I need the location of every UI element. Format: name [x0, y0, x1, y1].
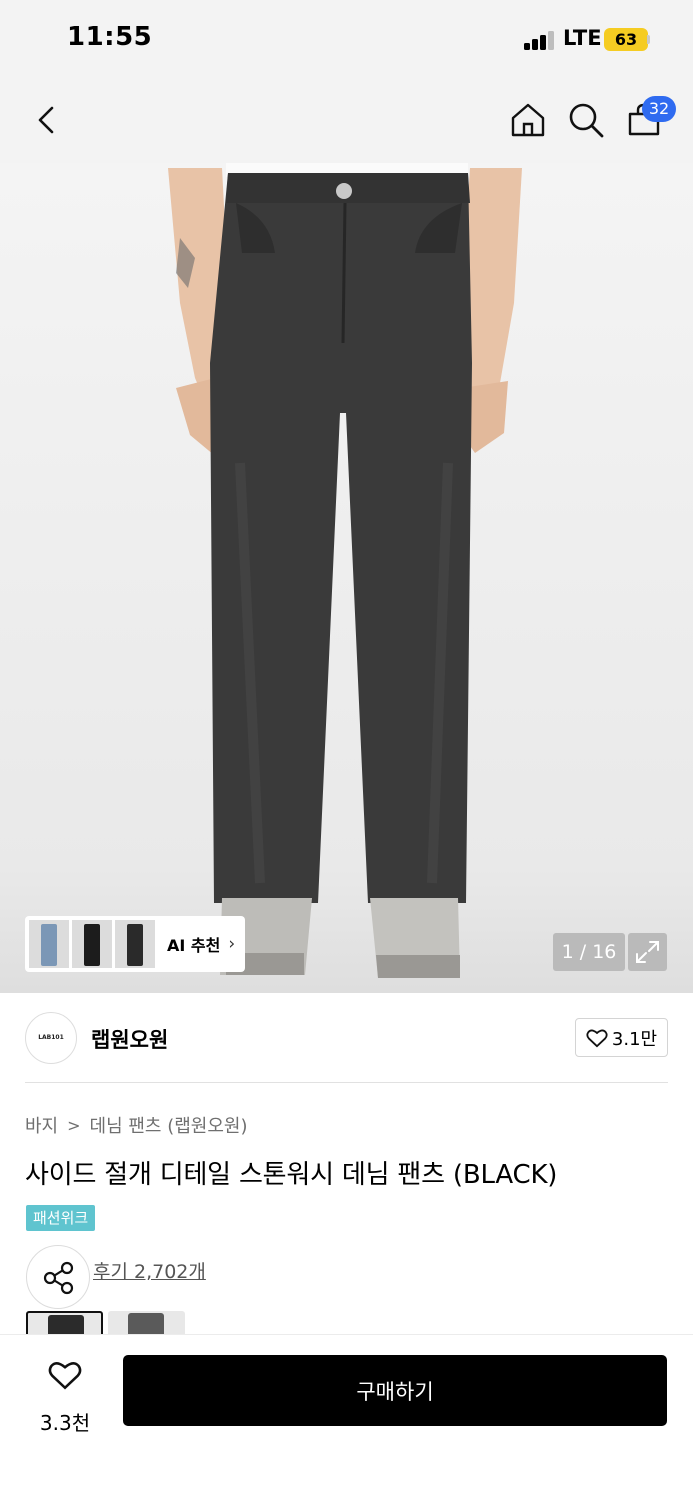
heart-icon [586, 1029, 608, 1047]
cellular-signal-icon [524, 30, 556, 50]
brand-logo[interactable]: LAB101 [25, 1012, 77, 1064]
bottom-action-bar: 3.3천 구매하기 [0, 1334, 693, 1500]
network-type: LTE [563, 26, 602, 50]
wishlist-count: 3.3천 [39, 1411, 91, 1435]
brand-like-button[interactable]: 3.1만 [575, 1018, 668, 1057]
expand-button[interactable] [628, 933, 667, 971]
expand-icon [636, 941, 659, 963]
ai-recommend-button[interactable]: AI 추천 › [25, 916, 245, 972]
breadcrumb: 바지 > 데님 팬츠 (랩원오원) [25, 1112, 248, 1138]
wishlist-button[interactable]: 3.3천 [25, 1349, 105, 1435]
ai-thumb-1 [29, 920, 69, 968]
cart-count-badge: 32 [642, 96, 676, 122]
product-title: 사이드 절개 디테일 스톤워시 데님 팬츠 (BLACK) [25, 1160, 558, 1190]
ai-thumb-3 [115, 920, 155, 968]
ai-thumb-2 [72, 920, 112, 968]
search-icon[interactable] [566, 100, 606, 140]
brand-row: LAB101 랩원오원 3.1만 [25, 1010, 668, 1068]
image-counter: 1 / 16 [553, 933, 625, 971]
breadcrumb-separator: > [67, 1115, 81, 1135]
ai-thumb-1-pants [41, 924, 57, 966]
divider [25, 1082, 668, 1083]
chevron-left-icon[interactable] [27, 100, 67, 140]
home-icon[interactable] [508, 100, 548, 140]
brand-name[interactable]: 랩원오원 [91, 1024, 168, 1054]
product-photo [168, 163, 522, 978]
battery-icon: 63 [604, 28, 648, 51]
heart-icon [48, 1362, 82, 1390]
status-bar: 11:55 LTE 63 [0, 0, 693, 80]
share-button[interactable] [26, 1245, 90, 1309]
event-badge: 패션위크 [26, 1205, 96, 1231]
ai-thumb-3-pants [127, 924, 143, 966]
review-link[interactable]: 후기 2,702개 [93, 1257, 206, 1284]
battery-tip [647, 35, 650, 44]
chevron-right-icon: › [228, 934, 236, 954]
top-nav-bar [0, 80, 693, 163]
ai-thumb-2-pants [84, 924, 100, 966]
product-image-gallery[interactable]: AI 추천 › 1 / 16 [0, 163, 693, 993]
status-time: 11:55 [67, 22, 153, 52]
share-icon [43, 1261, 74, 1295]
buy-button[interactable]: 구매하기 [123, 1355, 667, 1426]
brand-like-count: 3.1만 [611, 1028, 658, 1050]
ai-recommend-label: AI 추천 [167, 936, 221, 955]
breadcrumb-item-denim[interactable]: 데님 팬츠 (랩원오원) [90, 1112, 248, 1138]
breadcrumb-item-pants[interactable]: 바지 [25, 1112, 58, 1138]
